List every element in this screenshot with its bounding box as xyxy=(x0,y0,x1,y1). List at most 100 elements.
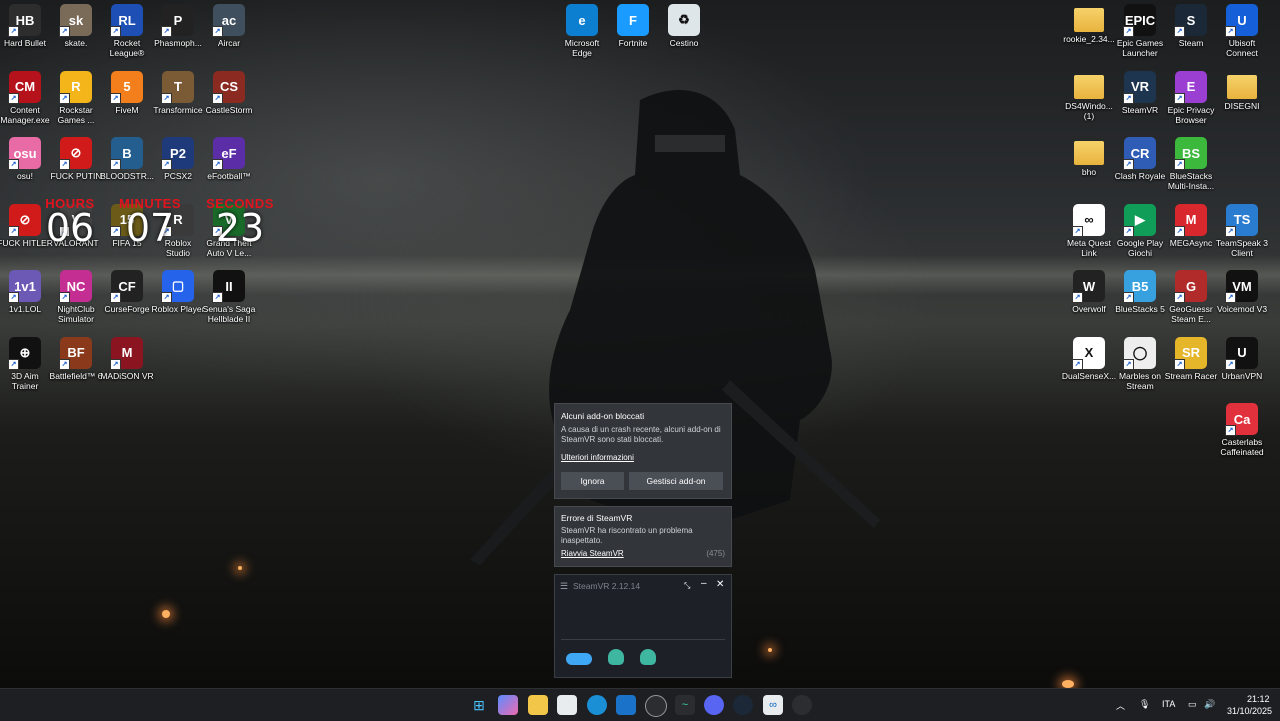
shortcut-arrow-icon: ↗ xyxy=(212,159,223,170)
osu-icon: osu ↗ xyxy=(8,137,41,170)
edge-icon[interactable] xyxy=(587,695,607,715)
clock-date[interactable]: 31/10/2025 xyxy=(1227,706,1272,716)
shortcut-arrow-icon: ↗ xyxy=(8,292,19,303)
copilot-icon[interactable] xyxy=(498,695,518,715)
castlestorm-icon: CS ↗ xyxy=(212,70,245,104)
start-icon[interactable]: ⊞ xyxy=(469,695,489,715)
shortcut-arrow-icon: ↗ xyxy=(1123,225,1134,237)
desktop-icon-senua-s-saga-hellblade-ii[interactable]: II ↗ Senua's Saga Hellblade II xyxy=(196,266,262,324)
hard-bullet-icon: HB ↗ xyxy=(8,4,41,37)
minutes-segment: MINUTES 07 xyxy=(110,196,190,247)
meta-quest-icon[interactable]: ∞ xyxy=(763,695,783,715)
shortcut-arrow-icon: ↗ xyxy=(1174,26,1185,37)
manage-addons-button[interactable]: Gestisci add-on xyxy=(629,472,723,490)
phasmoph-icon: P ↗ xyxy=(161,4,194,37)
desktop-icon-cestino[interactable]: ♻ Cestino xyxy=(651,0,717,48)
steamvr-dashboard-icon[interactable] xyxy=(792,695,812,715)
desktop-icon-label: MADiSON VR xyxy=(100,370,154,381)
nightclub-simulator-icon: NC ↗ xyxy=(59,270,92,303)
seconds-segment: SECONDS 23 xyxy=(200,196,280,247)
stream-racer-icon: SR ↗ xyxy=(1174,336,1207,370)
restart-steamvr-link[interactable]: Riavvia SteamVR xyxy=(561,549,624,558)
controller-left-icon[interactable] xyxy=(608,649,624,665)
desktop-icon-castlestorm[interactable]: CS ↗ CastleStorm xyxy=(196,67,262,115)
shortcut-arrow-icon: ↗ xyxy=(1123,159,1134,170)
shortcut-arrow-icon: ↗ xyxy=(1174,292,1185,303)
divider xyxy=(561,639,725,640)
voicemod-icon[interactable]: ~ xyxy=(675,695,695,715)
language-indicator[interactable]: ITA xyxy=(1162,699,1175,709)
file-explorer-icon[interactable] xyxy=(528,695,548,715)
3d-aim-trainer-icon: ⊕ ↗ xyxy=(8,336,41,370)
rocket-league-icon: RL ↗ xyxy=(110,4,143,37)
outlook-icon[interactable] xyxy=(616,695,636,715)
steamvr-status-window: ☰ SteamVR 2.12.14 ⤡ – ✕ xyxy=(554,574,732,678)
steam-icon[interactable] xyxy=(733,695,753,715)
epic-privacy-browser-icon: E ↗ xyxy=(1174,70,1207,104)
shortcut-arrow-icon: ↗ xyxy=(1174,92,1185,104)
shortcut-arrow-icon: ↗ xyxy=(212,292,223,303)
microphone-icon[interactable]: 🎙 xyxy=(1139,699,1150,710)
error-code: (475) xyxy=(706,549,725,558)
shortcut-arrow-icon: ↗ xyxy=(1123,26,1134,37)
shortcut-arrow-icon: ↗ xyxy=(1072,358,1083,370)
headset-icon[interactable] xyxy=(566,653,592,665)
pcsx2-icon: P2 ↗ xyxy=(161,137,194,170)
fivem-icon: 5 ↗ xyxy=(110,70,143,104)
desktop-icon-label: Cestino xyxy=(669,38,699,48)
network-icon[interactable]: ▭ xyxy=(1188,699,1197,710)
desktop-icon-teamspeak-3-client[interactable]: TS ↗ TeamSpeak 3 Client xyxy=(1209,200,1275,258)
volume-icon[interactable]: 🔊 xyxy=(1204,699,1215,710)
clash-royale-icon: CR ↗ xyxy=(1123,137,1156,170)
desktop-icon-aircar[interactable]: ac ↗ Aircar xyxy=(196,0,262,48)
shortcut-arrow-icon: ↗ xyxy=(161,92,172,104)
expand-icon[interactable]: ⤡ xyxy=(684,581,690,591)
voicemod-v3-icon: VM ↗ xyxy=(1225,270,1258,303)
desktop-icon-label: Aircar xyxy=(217,38,241,48)
desktop-icon-label: TeamSpeak 3 Client xyxy=(1216,237,1268,258)
bluestacks-5-icon: B5 ↗ xyxy=(1123,270,1156,303)
minimize-button[interactable]: – xyxy=(701,578,707,589)
close-button[interactable]: ✕ xyxy=(716,579,724,590)
desktop-icon-urbanvpn[interactable]: U ↗ UrbanVPN xyxy=(1209,333,1275,381)
tray-chevron-icon[interactable]: ︿ xyxy=(1116,699,1125,712)
steamvr-taskbar-icon[interactable] xyxy=(645,695,667,717)
hours-value: 06 xyxy=(45,206,95,250)
steamvr-icon: VR ↗ xyxy=(1123,70,1156,104)
content-manager-exe-icon: CM ↗ xyxy=(8,70,41,104)
hours-segment: HOURS 06 xyxy=(30,196,110,250)
shortcut-arrow-icon: ↗ xyxy=(161,159,172,170)
controller-right-icon[interactable] xyxy=(640,649,656,665)
shortcut-arrow-icon: ↗ xyxy=(8,92,19,104)
error-body: SteamVR ha riscontrato un problema inasp… xyxy=(561,526,693,545)
shortcut-arrow-icon: ↗ xyxy=(161,26,172,37)
desktop-icon-madison-vr[interactable]: M ↗ MADiSON VR xyxy=(94,333,160,381)
discord-icon[interactable] xyxy=(704,695,724,715)
shortcut-arrow-icon: ↗ xyxy=(1123,358,1134,370)
toast-body: A causa di un crash recente, alcuni add-… xyxy=(561,425,721,444)
desktop-icon-efootball[interactable]: eF ↗ eFootball™ xyxy=(196,133,262,181)
desktop-icon-bluestacks-multi-insta[interactable]: BS ↗ BlueStacks Multi-Insta... xyxy=(1158,133,1224,191)
desktop-icon-casterlabs-caffeinated[interactable]: Ca ↗ Casterlabs Caffeinated xyxy=(1209,399,1275,457)
toast-title: Alcuni add-on bloccati xyxy=(561,411,645,421)
marbles-on-stream-icon: ◯ ↗ xyxy=(1123,336,1156,370)
desktop-icon-ubisoft-connect[interactable]: U ↗ Ubisoft Connect xyxy=(1209,0,1275,58)
bluestacks-multi-insta-icon: BS ↗ xyxy=(1174,137,1207,170)
curseforge-icon: CF ↗ xyxy=(110,270,143,303)
fortnite-icon: F xyxy=(617,4,649,36)
shortcut-arrow-icon: ↗ xyxy=(110,92,121,104)
ignore-button[interactable]: Ignora xyxy=(561,472,624,490)
desktop-icon-label: CastleStorm xyxy=(205,104,253,115)
cestino-icon: ♻ xyxy=(668,4,700,36)
bho-icon xyxy=(1074,141,1104,165)
clock-time[interactable]: 21:12 xyxy=(1247,694,1270,704)
store-icon[interactable] xyxy=(557,695,577,715)
countdown-clock-widget: HOURS 06 MINUTES 07 SECONDS 23 xyxy=(40,196,280,252)
steam-icon: S ↗ xyxy=(1174,4,1207,37)
shortcut-arrow-icon: ↗ xyxy=(1123,292,1134,303)
desktop-icon-voicemod-v3[interactable]: VM ↗ Voicemod V3 xyxy=(1209,266,1275,314)
ds4windo-1-icon xyxy=(1074,74,1104,99)
desktop-icon-disegni[interactable]: DISEGNI xyxy=(1209,67,1275,111)
more-info-link[interactable]: Ulteriori informazioni xyxy=(561,453,634,462)
menu-icon[interactable]: ☰ xyxy=(560,581,568,592)
